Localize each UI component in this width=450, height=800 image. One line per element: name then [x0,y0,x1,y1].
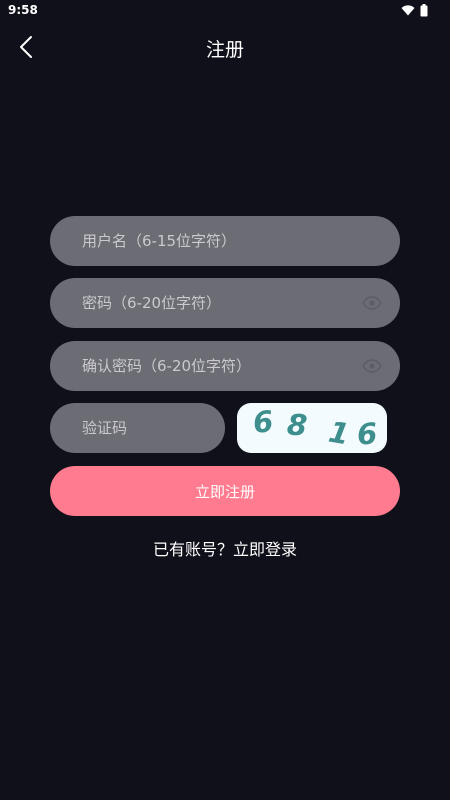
eye-icon[interactable] [362,295,382,311]
status-bar: 9:58 [0,0,450,22]
captcha-input[interactable] [50,403,225,453]
status-time: 9:58 [8,3,38,17]
eye-icon[interactable] [362,358,382,374]
captcha-digit: 1 [326,414,352,452]
username-field-container [50,216,400,266]
captcha-image[interactable]: 6 8 1 6 [237,403,387,453]
captcha-digit: 6 [355,416,379,452]
wifi-icon [401,5,415,16]
captcha-digit: 6 [251,404,275,440]
confirm-password-field-container [50,341,400,391]
password-field-container [50,278,400,328]
captcha-digit: 8 [285,407,309,443]
confirm-password-input[interactable] [50,341,400,391]
header: 注册 [0,22,450,72]
password-input[interactable] [50,278,400,328]
status-icons [401,4,428,17]
register-button[interactable]: 立即注册 [50,466,400,516]
login-link[interactable]: 已有账号？立即登录 [0,536,450,560]
captcha-field-container [50,403,225,453]
battery-icon [420,4,428,17]
username-input[interactable] [50,216,400,266]
page-title: 注册 [205,39,244,61]
